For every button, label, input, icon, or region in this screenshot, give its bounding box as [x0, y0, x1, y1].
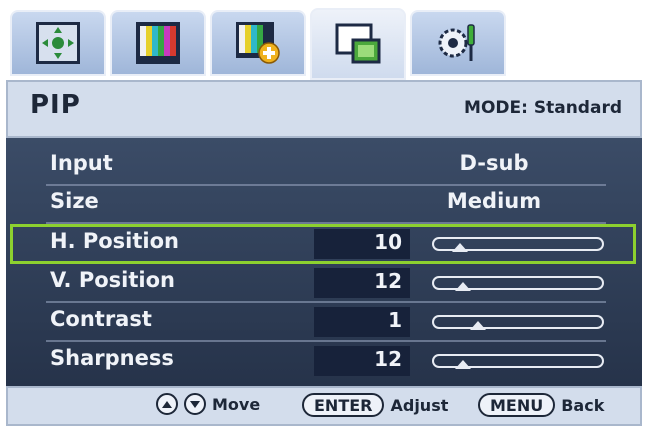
color-bars-icon	[136, 22, 180, 64]
setting-row-input[interactable]: Input D-sub	[6, 148, 642, 186]
slider[interactable]	[432, 237, 604, 252]
menu-header: PIP MODE: Standard	[6, 80, 642, 138]
slider[interactable]	[432, 276, 604, 291]
row-divider	[46, 301, 606, 303]
setting-label: V. Position	[50, 268, 175, 292]
slider[interactable]	[432, 354, 604, 369]
arrow-up-icon	[162, 400, 172, 408]
value-box: 12	[314, 268, 410, 298]
enter-button[interactable]: ENTER	[302, 393, 385, 417]
menu-button[interactable]: MENU	[478, 393, 556, 417]
hint-adjust: ENTER Adjust	[302, 393, 448, 417]
value-box: 1	[314, 307, 410, 337]
pip-icon	[335, 23, 381, 64]
tab-picture[interactable]	[10, 10, 106, 76]
move-label: Move	[212, 394, 261, 414]
tab-color[interactable]	[110, 10, 206, 76]
setting-value: 10	[374, 230, 402, 254]
adjust-label: Adjust	[390, 395, 449, 415]
slider-knob[interactable]	[452, 243, 469, 252]
picture-advanced-icon	[236, 22, 280, 64]
value-box: 12	[314, 346, 410, 376]
setting-value: Medium	[446, 189, 542, 213]
settings-panel: Input D-sub Size Medium H. Position 10 V…	[6, 138, 642, 386]
button-hints: Move ENTER Adjust MENU Back	[6, 386, 642, 426]
picture-adjust-icon	[36, 22, 80, 64]
setting-label: Contrast	[50, 307, 152, 331]
setting-label: H. Position	[50, 229, 179, 253]
hint-back: MENU Back	[478, 393, 604, 417]
osd-menu: PIP MODE: Standard Input D-sub Size Medi…	[6, 6, 642, 426]
setting-row-contrast[interactable]: Contrast 1	[6, 304, 642, 342]
system-settings-icon	[438, 24, 475, 61]
setting-value: 12	[374, 269, 402, 293]
hint-move: Move	[156, 393, 260, 415]
menu-tabs	[6, 6, 642, 80]
setting-row-v-position[interactable]: V. Position 12	[6, 265, 642, 303]
slider[interactable]	[432, 315, 604, 330]
setting-row-size[interactable]: Size Medium	[6, 186, 642, 224]
row-divider	[46, 340, 606, 342]
slider-knob[interactable]	[455, 282, 472, 291]
tab-pip[interactable]	[310, 8, 406, 80]
setting-label: Size	[50, 189, 99, 213]
setting-label: Sharpness	[50, 346, 174, 370]
setting-value: 1	[388, 308, 402, 332]
arrow-down-icon	[190, 400, 200, 408]
down-arrow-button[interactable]	[184, 393, 206, 415]
setting-row-sharpness[interactable]: Sharpness 12	[6, 343, 642, 381]
mode-indicator: MODE: Standard	[464, 98, 622, 118]
setting-value: D-sub	[459, 151, 529, 175]
tab-system[interactable]	[410, 10, 506, 76]
value-box: 10	[314, 229, 410, 259]
back-label: Back	[561, 395, 605, 415]
setting-value: 12	[374, 347, 402, 371]
tab-picture-advanced[interactable]	[210, 10, 306, 76]
up-arrow-button[interactable]	[156, 393, 178, 415]
setting-row-h-position[interactable]: H. Position 10	[6, 224, 642, 264]
page-title: PIP	[30, 90, 81, 120]
slider-knob[interactable]	[469, 321, 486, 330]
setting-label: Input	[50, 151, 113, 175]
slider-knob[interactable]	[455, 360, 472, 369]
